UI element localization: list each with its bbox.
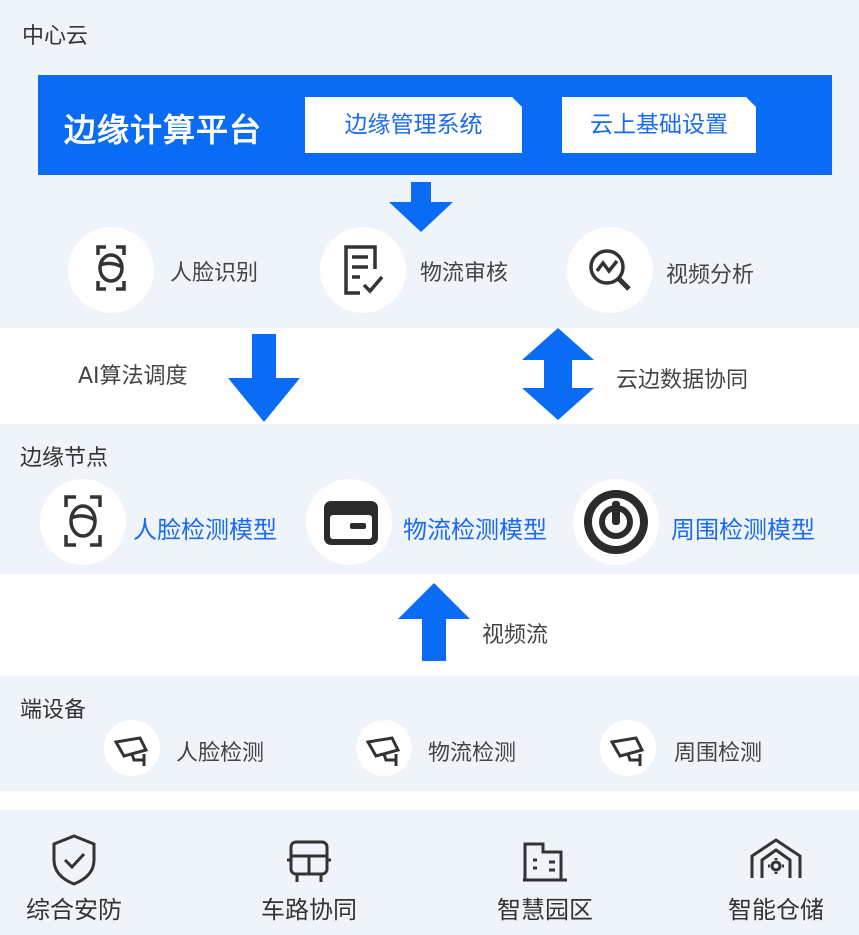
scenario-label-smart-park: 智慧园区 xyxy=(497,896,593,924)
surveillance-camera-icon xyxy=(113,736,149,766)
edge-management-system-button[interactable]: 边缘管理系统 xyxy=(305,97,522,153)
video-stream-label: 视频流 xyxy=(482,623,549,648)
service-label-logistics: 物流审核 xyxy=(420,261,509,286)
edge-node-panel xyxy=(0,424,859,574)
face-recognition-icon xyxy=(64,495,102,547)
surveillance-camera-icon xyxy=(609,736,645,766)
ai-algorithm-scheduling-label: AI算法调度 xyxy=(78,364,188,389)
service-label-face: 人脸识别 xyxy=(170,261,259,286)
document-review-circle xyxy=(320,227,406,313)
face-model-circle xyxy=(40,479,126,565)
logistics-model-circle xyxy=(306,479,392,565)
model-label-face: 人脸检测模型 xyxy=(133,516,277,544)
video-analysis-circle xyxy=(567,227,653,313)
document-review-icon xyxy=(344,245,384,295)
perimeter-model-circle xyxy=(573,479,659,565)
device-logistics-circle xyxy=(356,720,412,776)
edge-node-title: 边缘节点 xyxy=(20,446,109,471)
wallet-card-icon xyxy=(324,501,378,545)
service-label-video: 视频分析 xyxy=(666,263,755,288)
cloud-edge-data-sync-label: 云边数据协同 xyxy=(616,368,749,393)
analytics-magnifier-icon xyxy=(589,249,631,291)
bus-icon xyxy=(287,840,331,882)
device-label-face: 人脸检测 xyxy=(176,741,265,766)
scenario-label-smart-warehouse: 智能仓储 xyxy=(728,896,824,924)
end-device-title: 端设备 xyxy=(20,698,87,723)
device-label-perimeter: 周围检测 xyxy=(674,741,763,766)
platform-down-arrow-icon xyxy=(389,182,453,232)
model-label-perimeter: 周围检测模型 xyxy=(671,516,815,544)
shield-check-icon xyxy=(52,834,96,886)
scenario-label-security: 综合安防 xyxy=(26,896,122,924)
face-recognition-icon xyxy=(96,245,126,291)
ai-dispatch-down-arrow-icon xyxy=(228,334,300,422)
surveillance-camera-icon xyxy=(365,736,401,766)
scenario-label-vehicle-road: 车路协同 xyxy=(261,896,357,924)
device-face-circle xyxy=(104,720,160,776)
video-stream-up-arrow-icon xyxy=(398,583,470,661)
cloud-edge-sync-double-arrow-icon xyxy=(522,328,594,420)
platform-title: 边缘计算平台 xyxy=(64,111,263,149)
device-label-logistics: 物流检测 xyxy=(428,741,517,766)
face-recognition-circle xyxy=(68,227,154,313)
central-cloud-title: 中心云 xyxy=(22,24,89,49)
warehouse-gear-icon xyxy=(750,838,802,878)
perimeter-target-icon xyxy=(584,490,648,554)
model-label-logistics: 物流检测模型 xyxy=(403,516,547,544)
cloud-infrastructure-button[interactable]: 云上基础设置 xyxy=(562,97,756,153)
device-perimeter-circle xyxy=(600,720,656,776)
edge-computing-platform-banner: 边缘计算平台 边缘管理系统 云上基础设置 xyxy=(38,75,832,175)
buildings-icon xyxy=(523,842,567,882)
